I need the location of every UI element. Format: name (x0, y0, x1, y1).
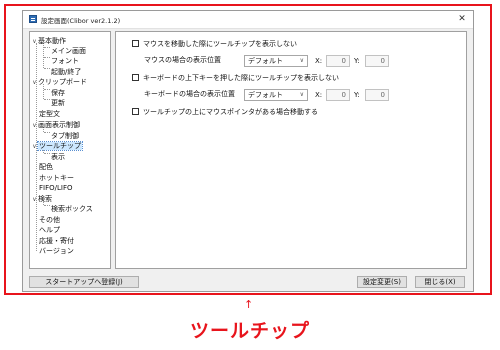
tree-item-label: 表示 (51, 153, 65, 161)
mouse-tooltip-option[interactable]: マウスを移動した際にツールチップを表示しない (132, 37, 297, 51)
mouse-tooltip-checkbox[interactable] (132, 40, 139, 47)
settings-window: 設定画面(Clibor ver2.1.2) ✕ ∨基本動作 メイン画面 フォント… (22, 10, 474, 292)
tree-item-label: 保存 (51, 89, 65, 97)
chevron-down-icon: ∨ (299, 91, 304, 98)
tree-item-label: タブ制御 (51, 132, 79, 140)
move-on-hover-label: ツールチップの上にマウスポインタがある場合移動する (143, 108, 318, 116)
tree-item-main-screen[interactable]: メイン画面 (51, 46, 86, 56)
keyboard-x-label: X: (315, 91, 323, 99)
tree-item-font[interactable]: フォント (51, 56, 79, 66)
tree-item-label: フォント (51, 57, 79, 65)
tree-item-label: 定型文 (39, 110, 60, 118)
close-button[interactable]: 閉じる(X) (415, 276, 465, 288)
tree-item-fixed-text[interactable]: 定型文 (39, 109, 60, 119)
move-on-hover-checkbox[interactable] (132, 108, 139, 115)
up-arrow-icon: ↑ (244, 298, 254, 311)
tree-item-other[interactable]: その他 (39, 215, 60, 225)
keyboard-position-select[interactable]: デフォルト ∨ (244, 89, 308, 101)
tree-item-label: ヘルプ (39, 226, 60, 234)
tree-connector-line (44, 68, 50, 69)
tree-item-hotkey[interactable]: ホットキー (39, 173, 74, 183)
mouse-position-label: マウスの場合の表示位置 (144, 56, 221, 64)
tree-item-label: 起動/終了 (51, 68, 82, 76)
apply-button[interactable]: 設定変更(S) (357, 276, 407, 288)
tree-item-fifo-lifo[interactable]: FIFO/LIFO (39, 183, 73, 193)
tree-connector-line (44, 132, 50, 133)
tree-item-label: 配色 (39, 163, 53, 171)
mouse-tooltip-label: マウスを移動した際にツールチップを表示しない (143, 40, 297, 48)
tree-item-help[interactable]: ヘルプ (39, 225, 60, 235)
tree-item-display[interactable]: 表示 (51, 152, 65, 162)
tree-connector-line (44, 205, 50, 206)
tree-item-label: 更新 (51, 99, 65, 107)
annotation-caption: ツールチップ (189, 320, 310, 342)
tree-item-save[interactable]: 保存 (51, 88, 65, 98)
mouse-y-label: Y: (354, 57, 360, 65)
mouse-x-label: X: (315, 57, 323, 65)
tree-connector-line (44, 57, 50, 58)
collapse-icon[interactable]: ∨ (31, 37, 38, 47)
tree-item-label: 検索 (38, 195, 52, 203)
window-title: 設定画面(Clibor ver2.1.2) (41, 17, 121, 25)
tree-item-label: メイン画面 (51, 47, 86, 55)
close-icon[interactable]: ✕ (455, 12, 469, 26)
keyboard-x-input[interactable]: 0 (326, 89, 350, 101)
tree-item-search-box[interactable]: 検索ボックス (51, 204, 93, 214)
collapse-icon[interactable]: ∨ (31, 142, 38, 152)
tree-item-startup-exit[interactable]: 起動/終了 (51, 67, 81, 77)
tree-item-update[interactable]: 更新 (51, 98, 65, 108)
tree-item-label: 応援・寄付 (39, 237, 74, 245)
tree-item-basic[interactable]: ∨基本動作 (31, 36, 66, 46)
tree-item-version[interactable]: バージョン (39, 246, 74, 256)
move-on-hover-option[interactable]: ツールチップの上にマウスポインタがある場合移動する (132, 105, 318, 119)
keyboard-position-label: キーボードの場合の表示位置 (144, 90, 235, 98)
collapse-icon[interactable]: ∨ (31, 195, 38, 205)
tree-item-label: 検索ボックス (51, 205, 93, 213)
mouse-position-value: デフォルト (248, 57, 283, 65)
settings-tree: ∨基本動作 メイン画面 フォント 起動/終了 ∨クリップボード 保存 更新 定型… (29, 31, 111, 269)
tree-item-clipboard[interactable]: ∨クリップボード (31, 77, 87, 87)
tree-connector-line (44, 153, 50, 154)
chevron-down-icon: ∨ (299, 57, 304, 64)
tree-item-label: FIFO/LIFO (39, 184, 73, 192)
tree-item-support[interactable]: 応援・寄付 (39, 236, 74, 246)
keyboard-y-label: Y: (354, 91, 360, 99)
title-bar: 設定画面(Clibor ver2.1.2) ✕ (23, 11, 473, 29)
tree-item-color[interactable]: 配色 (39, 162, 53, 172)
mouse-x-input[interactable]: 0 (326, 55, 350, 67)
keyboard-position-value: デフォルト (248, 91, 283, 99)
tree-item-label: クリップボード (38, 78, 87, 86)
tree-item-label: 画面表示制御 (38, 121, 80, 129)
tree-item-label: その他 (39, 216, 60, 224)
keyboard-tooltip-checkbox[interactable] (132, 74, 139, 81)
tree-item-tooltip[interactable]: ∨ ツールチップ (31, 141, 83, 152)
collapse-icon[interactable]: ∨ (31, 78, 38, 88)
tree-connector-line (44, 89, 50, 90)
tree-item-tab-control[interactable]: タブ制御 (51, 131, 79, 141)
keyboard-tooltip-option[interactable]: キーボードの上下キーを押した際にツールチップを表示しない (132, 71, 339, 85)
tree-item-label: ホットキー (39, 174, 74, 182)
keyboard-tooltip-label: キーボードの上下キーを押した際にツールチップを表示しない (143, 74, 339, 82)
mouse-position-select[interactable]: デフォルト ∨ (244, 55, 308, 67)
collapse-icon[interactable]: ∨ (31, 121, 38, 131)
tree-connector-line (44, 99, 50, 100)
startup-button[interactable]: スタートアップへ登録(J) (29, 276, 139, 288)
tree-item-label: ツールチップ (37, 141, 83, 151)
mouse-y-input[interactable]: 0 (365, 55, 389, 67)
settings-panel: マウスを移動した際にツールチップを表示しない マウスの場合の表示位置 デフォルト… (115, 31, 467, 269)
keyboard-y-input[interactable]: 0 (365, 89, 389, 101)
tree-item-label: バージョン (39, 247, 74, 255)
tree-item-label: 基本動作 (38, 37, 66, 45)
tree-item-display-control[interactable]: ∨画面表示制御 (31, 120, 80, 130)
tree-connector-line (44, 47, 50, 48)
tree-item-search[interactable]: ∨検索 (31, 194, 52, 204)
app-icon (29, 15, 37, 23)
